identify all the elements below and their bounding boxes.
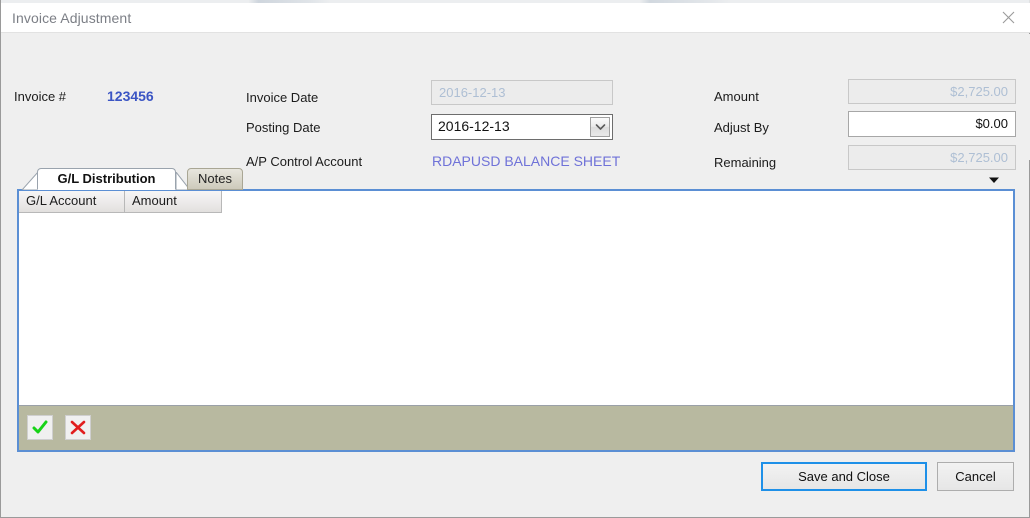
tab-left-slant [21,172,39,190]
check-icon[interactable] [27,415,53,440]
adjust-by-label: Adjust By [714,120,769,135]
adjust-by-field[interactable]: $0.00 [848,111,1016,137]
invoice-date-field: 2016-12-13 [431,80,613,105]
window-title: Invoice Adjustment [12,10,132,26]
close-icon[interactable] [986,3,1030,32]
ap-control-account-value[interactable]: RDAPUSD BALANCE SHEET [432,153,620,169]
posting-date-value: 2016-12-13 [438,118,510,134]
tabstrip: G/L Distribution Notes [17,168,1015,190]
ap-control-account-label: A/P Control Account [246,154,363,169]
chevron-down-icon[interactable] [986,173,1002,187]
cancel-button[interactable]: Cancel [937,462,1014,491]
invoice-date-label: Invoice Date [246,90,319,105]
grid-toolbar [19,405,1013,450]
cross-icon[interactable] [65,415,91,440]
amount-label: Amount [714,89,759,104]
header-form: Invoice # 123456 Invoice Date 2016-12-13… [2,34,1030,170]
posting-date-combobox[interactable]: 2016-12-13 [431,114,613,140]
column-header-gl-account[interactable]: G/L Account [19,191,125,213]
invoice-number-label: Invoice # [14,89,67,104]
posting-date-label: Posting Date [246,120,321,135]
cancel-label: Cancel [955,469,996,484]
invoice-number-value: 123456 [107,88,154,104]
remaining-field: $2,725.00 [848,145,1016,170]
tab-gl-distribution[interactable]: G/L Distribution [37,168,176,190]
chevron-down-icon[interactable] [590,117,610,137]
gl-distribution-panel: G/L Account Amount [17,189,1015,452]
tab-gl-distribution-label: G/L Distribution [57,171,156,186]
column-header-amount[interactable]: Amount [125,191,222,213]
save-and-close-label: Save and Close [798,469,890,484]
gl-distribution-grid[interactable]: G/L Account Amount [19,191,1013,406]
titlebar: Invoice Adjustment [1,3,1030,33]
save-and-close-button[interactable]: Save and Close [761,462,927,491]
invoice-adjustment-window: Invoice Adjustment Invoice # 123456 Invo… [0,0,1030,518]
amount-field: $2,725.00 [848,79,1016,104]
tab-notes-label: Notes [198,171,232,186]
grid-header-row: G/L Account Amount [19,191,222,213]
tab-notes[interactable]: Notes [187,168,243,190]
